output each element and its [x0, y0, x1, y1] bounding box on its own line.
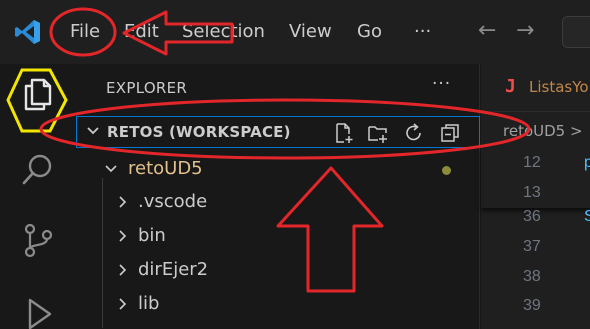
explorer-more-actions-icon[interactable]: ···	[432, 74, 451, 94]
line-number: 38	[523, 268, 541, 285]
activity-bar	[0, 64, 76, 329]
command-center-search[interactable]	[562, 16, 590, 48]
tab-filename: ListasYo	[529, 78, 589, 96]
java-file-icon: J	[505, 76, 516, 97]
sticky-scroll-header: 12 13 p	[481, 148, 590, 208]
breadcrumb[interactable]: retoUD5 >	[503, 122, 583, 140]
source-control-icon[interactable]	[18, 220, 58, 260]
tree-label-vscode: .vscode	[138, 191, 208, 212]
line-number: 36	[523, 208, 541, 225]
new-file-icon[interactable]	[333, 122, 355, 144]
tree-folder-lib[interactable]: lib	[76, 287, 480, 321]
tree-label-retoUD5: retoUD5	[128, 158, 203, 179]
code-fragment: p	[584, 154, 590, 171]
new-folder-icon[interactable]	[367, 122, 389, 144]
line-number: 37	[523, 238, 541, 255]
back-arrow-icon[interactable]: ←	[478, 17, 496, 45]
chevron-right-icon	[119, 196, 127, 208]
vscode-logo-icon	[15, 20, 40, 44]
editor-area: J ListasYo retoUD5 > 12 13 p 36 37 38 39…	[481, 64, 590, 329]
editor-tab[interactable]: J ListasYo	[481, 64, 590, 112]
line-number: 12	[523, 154, 541, 171]
chevron-down-icon	[87, 127, 99, 135]
tree-folder-retoUD5[interactable]: retoUD5	[76, 152, 480, 186]
tree-folder-vscode[interactable]: .vscode	[76, 185, 480, 219]
explorer-sidebar: EXPLORER ··· RETOS (WORKSPACE) retoUD5 .…	[76, 64, 480, 329]
chevron-right-icon	[119, 298, 127, 310]
tree-folder-bin[interactable]: bin	[76, 219, 480, 253]
menu-go[interactable]: Go	[357, 20, 382, 44]
menu-file[interactable]: File	[70, 20, 100, 44]
tree-label-bin: bin	[138, 225, 166, 246]
code-fragment: S	[584, 208, 590, 225]
workspace-label: RETOS (WORKSPACE)	[107, 123, 291, 141]
chevron-right-icon	[119, 264, 127, 276]
search-icon[interactable]	[18, 150, 58, 190]
tree-folder-dirEjer2[interactable]: dirEjer2	[76, 253, 480, 287]
menu-view[interactable]: View	[289, 20, 332, 44]
collapse-all-icon[interactable]	[439, 122, 461, 144]
workspace-header[interactable]: RETOS (WORKSPACE)	[76, 116, 480, 148]
explorer-files-icon[interactable]	[18, 74, 58, 114]
run-debug-icon[interactable]	[18, 292, 58, 329]
chevron-right-icon	[119, 230, 127, 242]
menu-more[interactable]: ···	[414, 20, 431, 44]
explorer-title: EXPLORER	[106, 79, 188, 97]
modified-indicator-dot	[442, 166, 451, 175]
line-number: 13	[523, 184, 541, 201]
line-number: 39	[523, 297, 541, 314]
chevron-down-icon	[105, 165, 117, 173]
menu-edit[interactable]: Edit	[124, 20, 159, 44]
tree-label-lib: lib	[138, 293, 160, 314]
tree-label-dirEjer2: dirEjer2	[138, 259, 209, 280]
refresh-icon[interactable]	[403, 122, 425, 144]
forward-arrow-icon[interactable]: →	[516, 17, 534, 45]
title-bar: File Edit Selection View Go ··· ← →	[0, 0, 590, 64]
menu-selection[interactable]: Selection	[182, 20, 265, 44]
